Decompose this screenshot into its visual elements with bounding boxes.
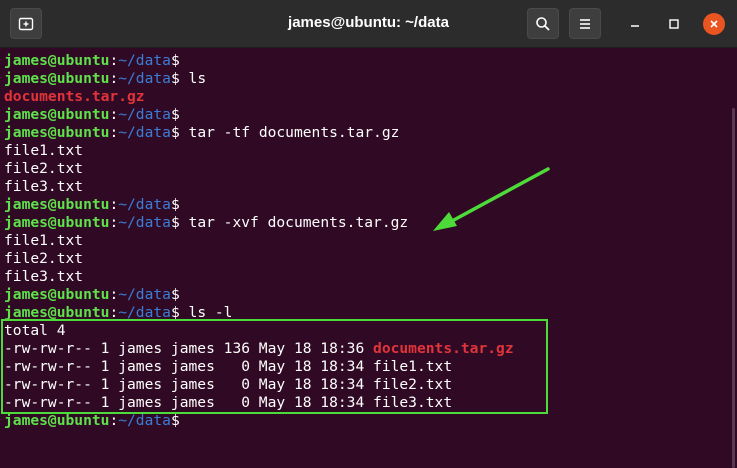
annotation-arrow-icon bbox=[433, 167, 550, 231]
